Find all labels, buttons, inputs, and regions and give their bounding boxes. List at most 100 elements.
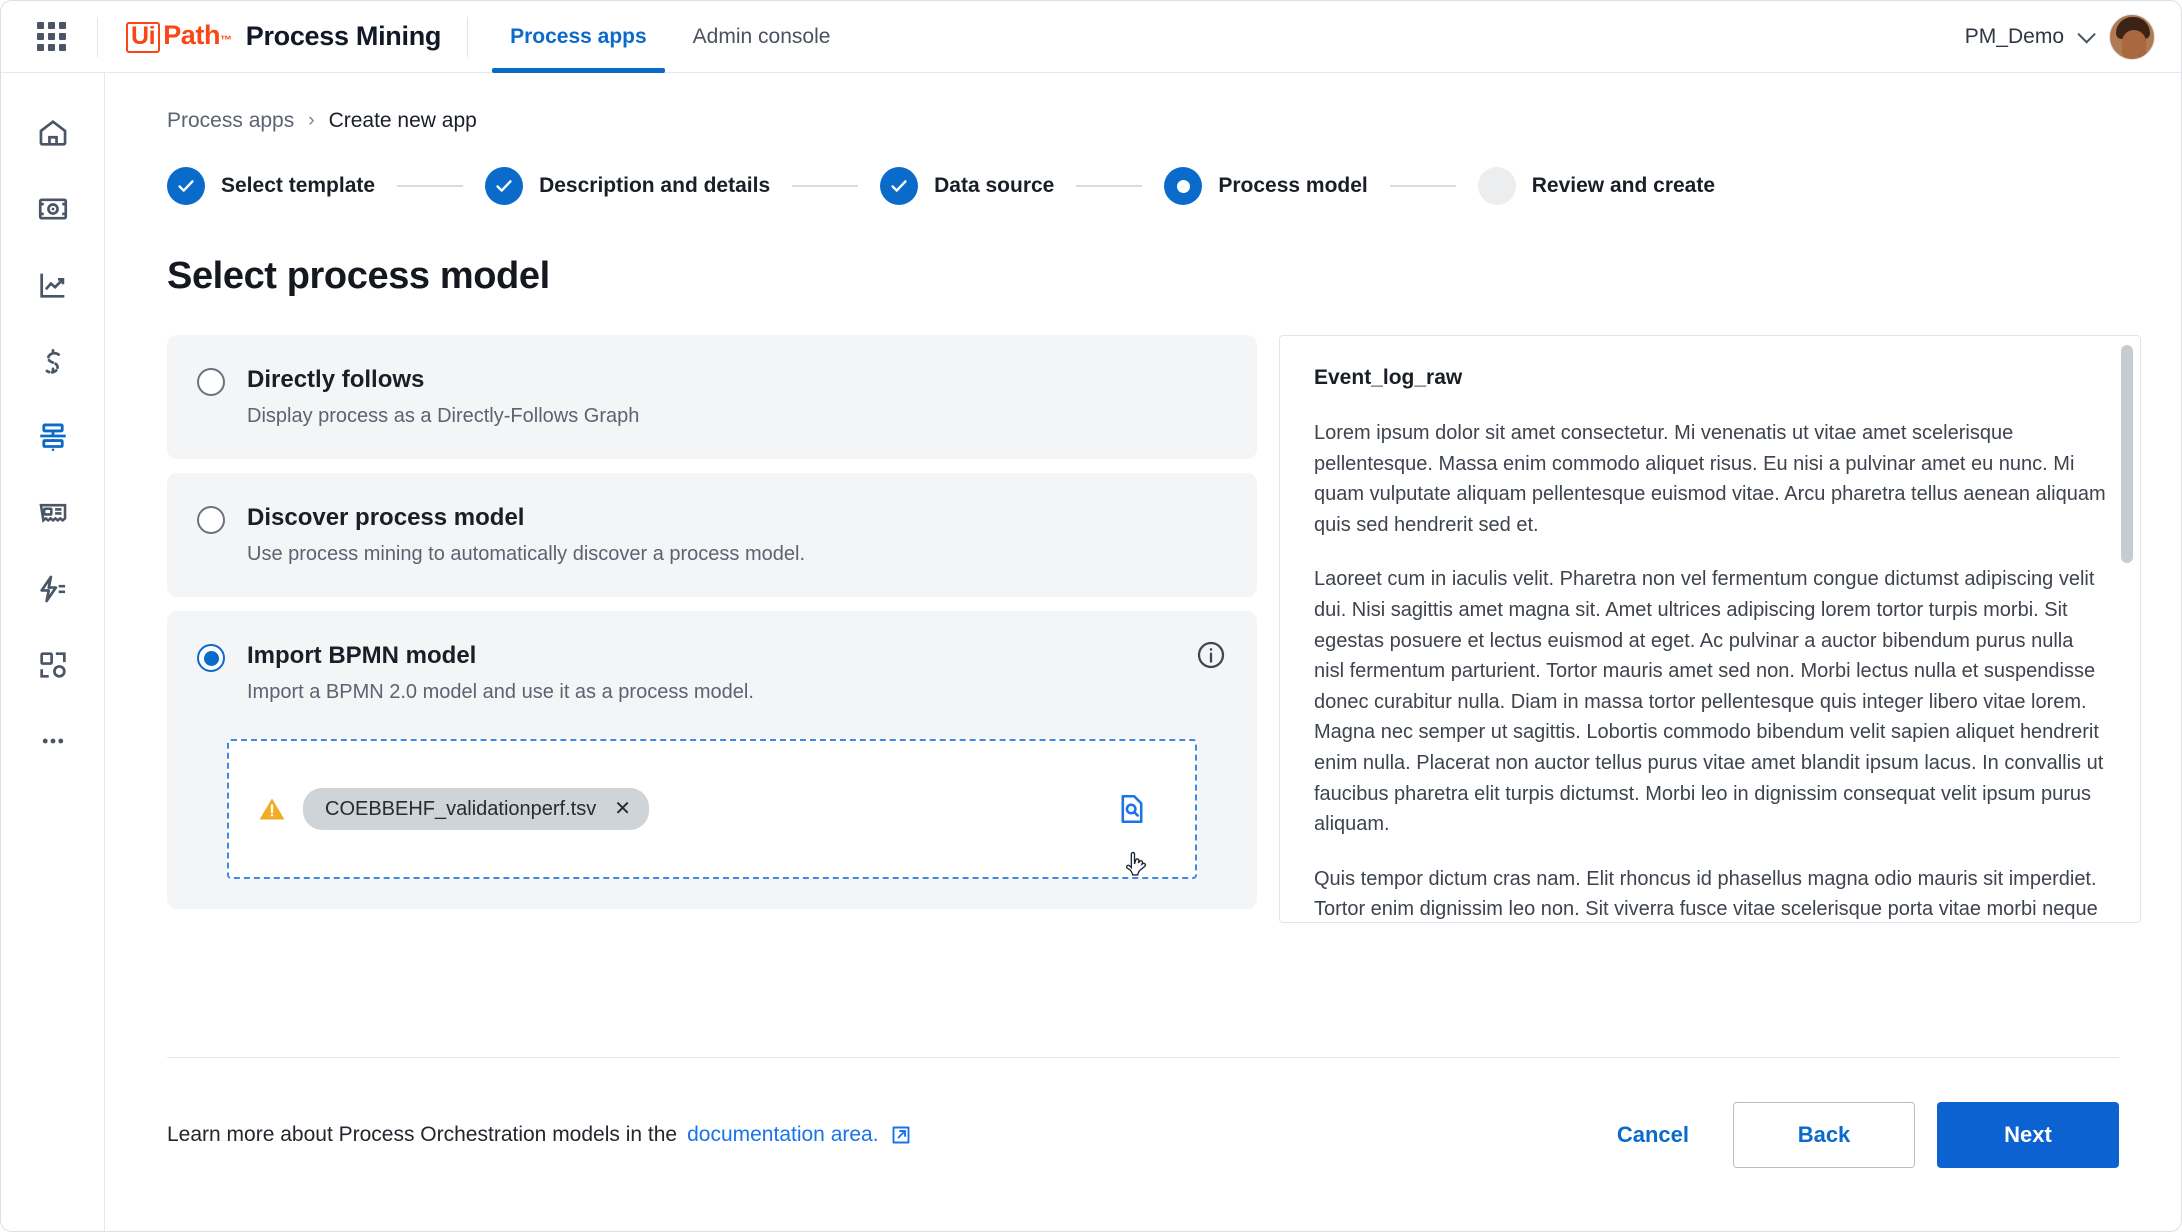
logo-trademark: ™ bbox=[220, 33, 232, 48]
divider bbox=[467, 16, 469, 57]
option-title: Directly follows bbox=[247, 366, 425, 393]
sidebar-item-home[interactable] bbox=[21, 95, 85, 171]
footer-divider bbox=[167, 1057, 2119, 1058]
integrations-icon bbox=[39, 652, 66, 678]
step-connector bbox=[1389, 185, 1456, 187]
sidebar-item-discovery[interactable] bbox=[21, 171, 85, 247]
footer-bar: Learn more about Process Orchestration m… bbox=[167, 1085, 2119, 1185]
step-label: Process model bbox=[1218, 174, 1368, 197]
radio-directly-follows[interactable] bbox=[197, 368, 225, 396]
next-button[interactable]: Next bbox=[1937, 1102, 2119, 1168]
option-discover-process-model[interactable]: Discover process model Use process minin… bbox=[167, 473, 1257, 597]
step-label: Select template bbox=[221, 174, 376, 197]
preview-scroll-area[interactable]: Event_log_raw Lorem ipsum dolor sit amet… bbox=[1280, 336, 2140, 922]
more-ellipsis-icon bbox=[42, 738, 63, 744]
sidebar-item-more[interactable] bbox=[21, 703, 85, 779]
grid-apps-icon bbox=[36, 22, 66, 51]
external-link-icon[interactable] bbox=[889, 1123, 913, 1147]
step-data-source[interactable]: Data source bbox=[880, 167, 1054, 205]
step-description-and-details[interactable]: Description and details bbox=[485, 167, 770, 205]
option-title: Discover process model bbox=[247, 504, 525, 531]
step-done-icon bbox=[485, 167, 524, 205]
brand-logo: Ui Path ™ Process Mining bbox=[126, 20, 441, 53]
step-label: Data source bbox=[934, 174, 1055, 197]
documentation-link[interactable]: documentation area. bbox=[687, 1123, 878, 1147]
preview-paragraph: Lorem ipsum dolor sit amet consectetur. … bbox=[1314, 422, 2106, 536]
footer-actions: Cancel Back Next bbox=[1595, 1102, 2119, 1168]
step-done-icon bbox=[167, 167, 205, 205]
page-title: Select process model bbox=[167, 255, 550, 297]
data-preview-panel: Event_log_raw Lorem ipsum dolor sit amet… bbox=[1279, 335, 2141, 923]
automation-bolt-icon bbox=[39, 575, 65, 603]
option-directly-follows[interactable]: Directly follows Display process as a Di… bbox=[167, 335, 1257, 459]
step-select-template[interactable]: Select template bbox=[167, 167, 375, 205]
account-name-label: PM_Demo bbox=[1964, 24, 2064, 48]
step-label: Review and create bbox=[1531, 174, 1716, 197]
step-connector bbox=[792, 185, 859, 187]
sidebar-item-integrations[interactable] bbox=[21, 627, 85, 703]
breadcrumb-separator-icon: › bbox=[308, 110, 315, 131]
sidebar-item-process-apps[interactable] bbox=[21, 399, 85, 475]
step-todo-icon bbox=[1477, 167, 1516, 205]
chevron-down-icon bbox=[2077, 25, 2096, 44]
product-name: Process Mining bbox=[245, 21, 442, 51]
learn-more-text: Learn more about Process Orchestration m… bbox=[167, 1123, 913, 1147]
preview-table-title: Event_log_raw bbox=[1314, 366, 1463, 389]
sidebar-item-automations[interactable] bbox=[21, 551, 85, 627]
left-nav-rail bbox=[1, 73, 105, 1231]
avatar[interactable] bbox=[2109, 13, 2155, 60]
sidebar-item-invoices[interactable] bbox=[21, 475, 85, 551]
analytics-chart-icon bbox=[39, 273, 64, 298]
radio-discover-process-model[interactable] bbox=[197, 506, 225, 534]
option-description: Use process mining to automatically disc… bbox=[247, 543, 806, 565]
info-circle-icon[interactable] bbox=[1195, 639, 1227, 671]
breadcrumb-current: Create new app bbox=[328, 109, 477, 132]
step-label: Description and details bbox=[539, 174, 771, 197]
warning-triangle-icon bbox=[257, 794, 287, 824]
preview-paragraph: Laoreet cum in iaculis velit. Pharetra n… bbox=[1314, 568, 2104, 836]
preview-paragraph: Quis tempor dictum cras nam. Elit rhoncu… bbox=[1314, 867, 2098, 921]
pointer-hand-cursor bbox=[1123, 851, 1151, 885]
scrollbar-thumb[interactable] bbox=[2121, 345, 2133, 563]
breadcrumb: Process apps › Create new app bbox=[167, 109, 477, 133]
preview-scrollbar[interactable] bbox=[2121, 345, 2133, 915]
option-description: Import a BPMN 2.0 model and use it as a … bbox=[247, 681, 754, 703]
sidebar-item-analytics[interactable] bbox=[21, 247, 85, 323]
discovery-eye-icon bbox=[38, 198, 67, 220]
home-icon bbox=[39, 119, 66, 146]
top-bar-right: PM_Demo bbox=[1964, 13, 2181, 60]
tab-process-apps[interactable]: Process apps bbox=[492, 1, 665, 73]
radio-import-bpmn-model[interactable] bbox=[197, 644, 225, 672]
cancel-button[interactable]: Cancel bbox=[1595, 1110, 1711, 1160]
document-search-icon[interactable] bbox=[1115, 792, 1149, 826]
option-title: Import BPMN model bbox=[247, 642, 477, 669]
sidebar-item-savings[interactable] bbox=[21, 323, 85, 399]
uploaded-file-row: COEBBEHF_validationperf.tsv ✕ bbox=[229, 788, 649, 830]
primary-tabs: Process apps Admin console bbox=[492, 1, 848, 73]
wizard-stepper: Select template Description and details … bbox=[167, 167, 2141, 205]
back-button[interactable]: Back bbox=[1733, 1102, 1915, 1168]
savings-dollar-icon bbox=[45, 349, 60, 374]
divider bbox=[97, 16, 98, 57]
step-connector bbox=[1076, 185, 1143, 187]
logo-ui-text: Ui bbox=[126, 22, 161, 53]
close-icon[interactable]: ✕ bbox=[614, 799, 631, 819]
step-process-model[interactable]: Process model bbox=[1164, 167, 1368, 205]
app-window: Ui Path ™ Process Mining Process apps Ad… bbox=[0, 0, 2182, 1232]
tab-admin-console[interactable]: Admin console bbox=[675, 1, 849, 73]
apps-grid-button[interactable] bbox=[27, 13, 75, 61]
breadcrumb-process-apps[interactable]: Process apps bbox=[167, 109, 294, 133]
step-connector bbox=[397, 185, 464, 187]
process-apps-icon bbox=[39, 423, 66, 452]
step-review-and-create[interactable]: Review and create bbox=[1477, 167, 1716, 205]
file-chip[interactable]: COEBBEHF_validationperf.tsv ✕ bbox=[303, 788, 649, 830]
logo-path-text: Path bbox=[163, 20, 221, 51]
top-navigation-bar: Ui Path ™ Process Mining Process apps Ad… bbox=[1, 1, 2181, 73]
invoice-receipt-icon bbox=[38, 503, 66, 523]
uipath-logo: Ui Path ™ bbox=[126, 20, 232, 53]
option-import-bpmn-model[interactable]: Import BPMN model Import a BPMN 2.0 mode… bbox=[167, 611, 1257, 909]
step-done-icon bbox=[880, 167, 919, 205]
file-dropzone[interactable]: COEBBEHF_validationperf.tsv ✕ bbox=[227, 739, 1197, 879]
account-menu[interactable]: PM_Demo bbox=[1964, 24, 2096, 49]
process-model-options: Directly follows Display process as a Di… bbox=[167, 335, 1257, 923]
